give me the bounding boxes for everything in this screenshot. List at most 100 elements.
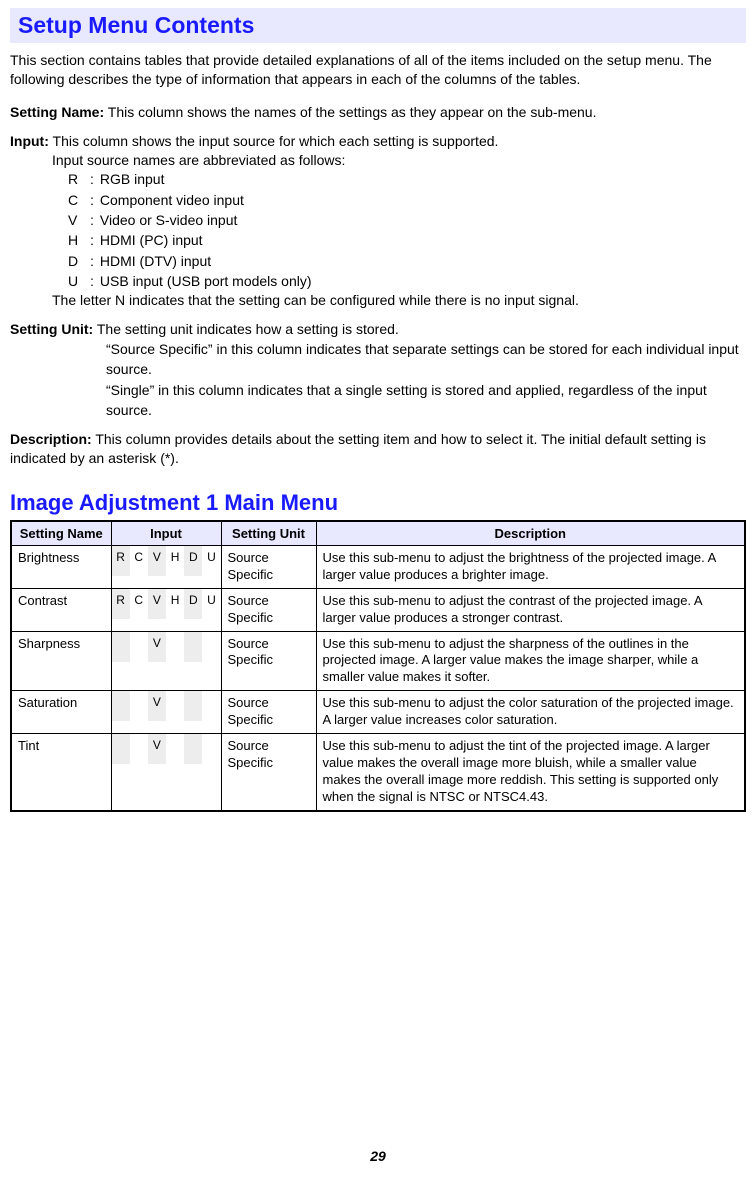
abbrev-code: H	[68, 230, 84, 250]
table-row: Saturation V Source SpecificUse this sub-m…	[11, 691, 745, 734]
abbrev-desc: RGB input	[100, 169, 165, 189]
input-slot: V	[148, 734, 166, 764]
input-slot: V	[148, 589, 166, 619]
def-text: This column shows the names of the setti…	[108, 104, 597, 120]
cell-setting-name: Brightness	[11, 545, 111, 588]
input-slot	[130, 632, 148, 662]
def-text: Input source names are abbreviated as fo…	[52, 151, 746, 170]
def-text: This column shows the input source for w…	[53, 133, 499, 149]
input-slot	[202, 691, 220, 721]
table-header: Input	[111, 521, 221, 546]
input-slot	[202, 734, 220, 764]
input-slot: C	[130, 546, 148, 576]
def-label: Setting Unit:	[10, 321, 93, 337]
def-text: The letter N indicates that the setting …	[52, 291, 746, 310]
cell-description: Use this sub-menu to adjust the contrast…	[316, 588, 745, 631]
input-slot: D	[184, 589, 202, 619]
input-slot	[184, 632, 202, 662]
cell-setting-unit: Source Specific	[221, 545, 316, 588]
def-setting-name: Setting Name: This column shows the name…	[10, 103, 746, 122]
abbrev-sep: :	[90, 169, 94, 189]
abbrev-row: C:Component video input	[68, 190, 746, 210]
cell-input: V	[111, 691, 221, 734]
settings-table: Setting Name Input Setting Unit Descript…	[10, 520, 746, 812]
input-slot	[184, 734, 202, 764]
input-slot	[202, 632, 220, 662]
table-header: Setting Name	[11, 521, 111, 546]
def-text: “Source Specific” in this column indicat…	[106, 339, 746, 380]
abbrev-code: R	[68, 169, 84, 189]
input-slot: C	[130, 589, 148, 619]
intro-paragraph: This section contains tables that provid…	[10, 51, 746, 89]
input-slot: H	[166, 589, 184, 619]
input-slot: D	[184, 546, 202, 576]
abbrev-desc: HDMI (PC) input	[100, 230, 203, 250]
def-text: The setting unit indicates how a setting…	[97, 321, 399, 337]
abbrev-code: V	[68, 210, 84, 230]
abbrev-sep: :	[90, 271, 94, 291]
cell-setting-unit: Source Specific	[221, 588, 316, 631]
table-header-row: Setting Name Input Setting Unit Descript…	[11, 521, 745, 546]
input-slot: R	[112, 546, 130, 576]
input-slot	[130, 691, 148, 721]
input-slot: V	[148, 546, 166, 576]
cell-setting-name: Contrast	[11, 588, 111, 631]
abbreviation-list: R: RGB input C:Component video input V: Vi…	[68, 169, 746, 291]
cell-description: Use this sub-menu to adjust the sharpnes…	[316, 631, 745, 691]
abbrev-row: U:USB input (USB port models only)	[68, 271, 746, 291]
cell-setting-name: Tint	[11, 734, 111, 811]
input-slot: R	[112, 589, 130, 619]
section-header: Setup Menu Contents	[10, 8, 746, 43]
table-row: BrightnessRCVHDUSource SpecificUse this …	[11, 545, 745, 588]
abbrev-desc: Component video input	[100, 190, 244, 210]
def-text: “Single” in this column indicates that a…	[106, 380, 746, 421]
input-slot	[130, 734, 148, 764]
cell-input: V	[111, 631, 221, 691]
def-setting-unit: Setting Unit: The setting unit indicates…	[10, 320, 746, 420]
abbrev-row: H: HDMI (PC) input	[68, 230, 746, 250]
abbrev-row: V: Video or S-video input	[68, 210, 746, 230]
input-slot: H	[166, 546, 184, 576]
abbrev-sep: :	[90, 230, 94, 250]
input-slot	[166, 734, 184, 764]
input-slot	[112, 734, 130, 764]
input-slot: V	[148, 691, 166, 721]
cell-setting-unit: Source Specific	[221, 734, 316, 811]
abbrev-row: D: HDMI (DTV) input	[68, 251, 746, 271]
page-number: 29	[0, 1148, 756, 1164]
def-description: Description: This column provides detail…	[10, 430, 746, 468]
cell-input: V	[111, 734, 221, 811]
subsection-header: Image Adjustment 1 Main Menu	[10, 490, 746, 516]
input-slot	[112, 691, 130, 721]
cell-setting-unit: Source Specific	[221, 631, 316, 691]
def-text: This column provides details about the s…	[10, 431, 706, 466]
cell-description: Use this sub-menu to adjust the tint of …	[316, 734, 745, 811]
cell-input: RCVHDU	[111, 545, 221, 588]
input-slot	[166, 691, 184, 721]
input-slot: U	[202, 546, 220, 576]
cell-setting-name: Sharpness	[11, 631, 111, 691]
cell-setting-name: Saturation	[11, 691, 111, 734]
input-slot	[166, 632, 184, 662]
input-slot: U	[202, 589, 220, 619]
abbrev-sep: :	[90, 251, 94, 271]
table-row: Tint V Source SpecificUse this sub-menu to…	[11, 734, 745, 811]
table-row: Sharpness V Source SpecificUse this sub-me…	[11, 631, 745, 691]
abbrev-desc: HDMI (DTV) input	[100, 251, 211, 271]
abbrev-desc: USB input (USB port models only)	[100, 271, 312, 291]
abbrev-row: R: RGB input	[68, 169, 746, 189]
def-label: Description:	[10, 431, 92, 447]
input-slot: V	[148, 632, 166, 662]
cell-description: Use this sub-menu to adjust the brightne…	[316, 545, 745, 588]
table-row: ContrastRCVHDUSource SpecificUse this su…	[11, 588, 745, 631]
table-header: Setting Unit	[221, 521, 316, 546]
def-label: Input:	[10, 133, 49, 149]
def-input: Input: This column shows the input sourc…	[10, 132, 746, 310]
input-slot	[184, 691, 202, 721]
abbrev-sep: :	[90, 210, 94, 230]
abbrev-desc: Video or S-video input	[100, 210, 238, 230]
cell-description: Use this sub-menu to adjust the color sa…	[316, 691, 745, 734]
input-slot	[112, 632, 130, 662]
abbrev-code: D	[68, 251, 84, 271]
cell-setting-unit: Source Specific	[221, 691, 316, 734]
